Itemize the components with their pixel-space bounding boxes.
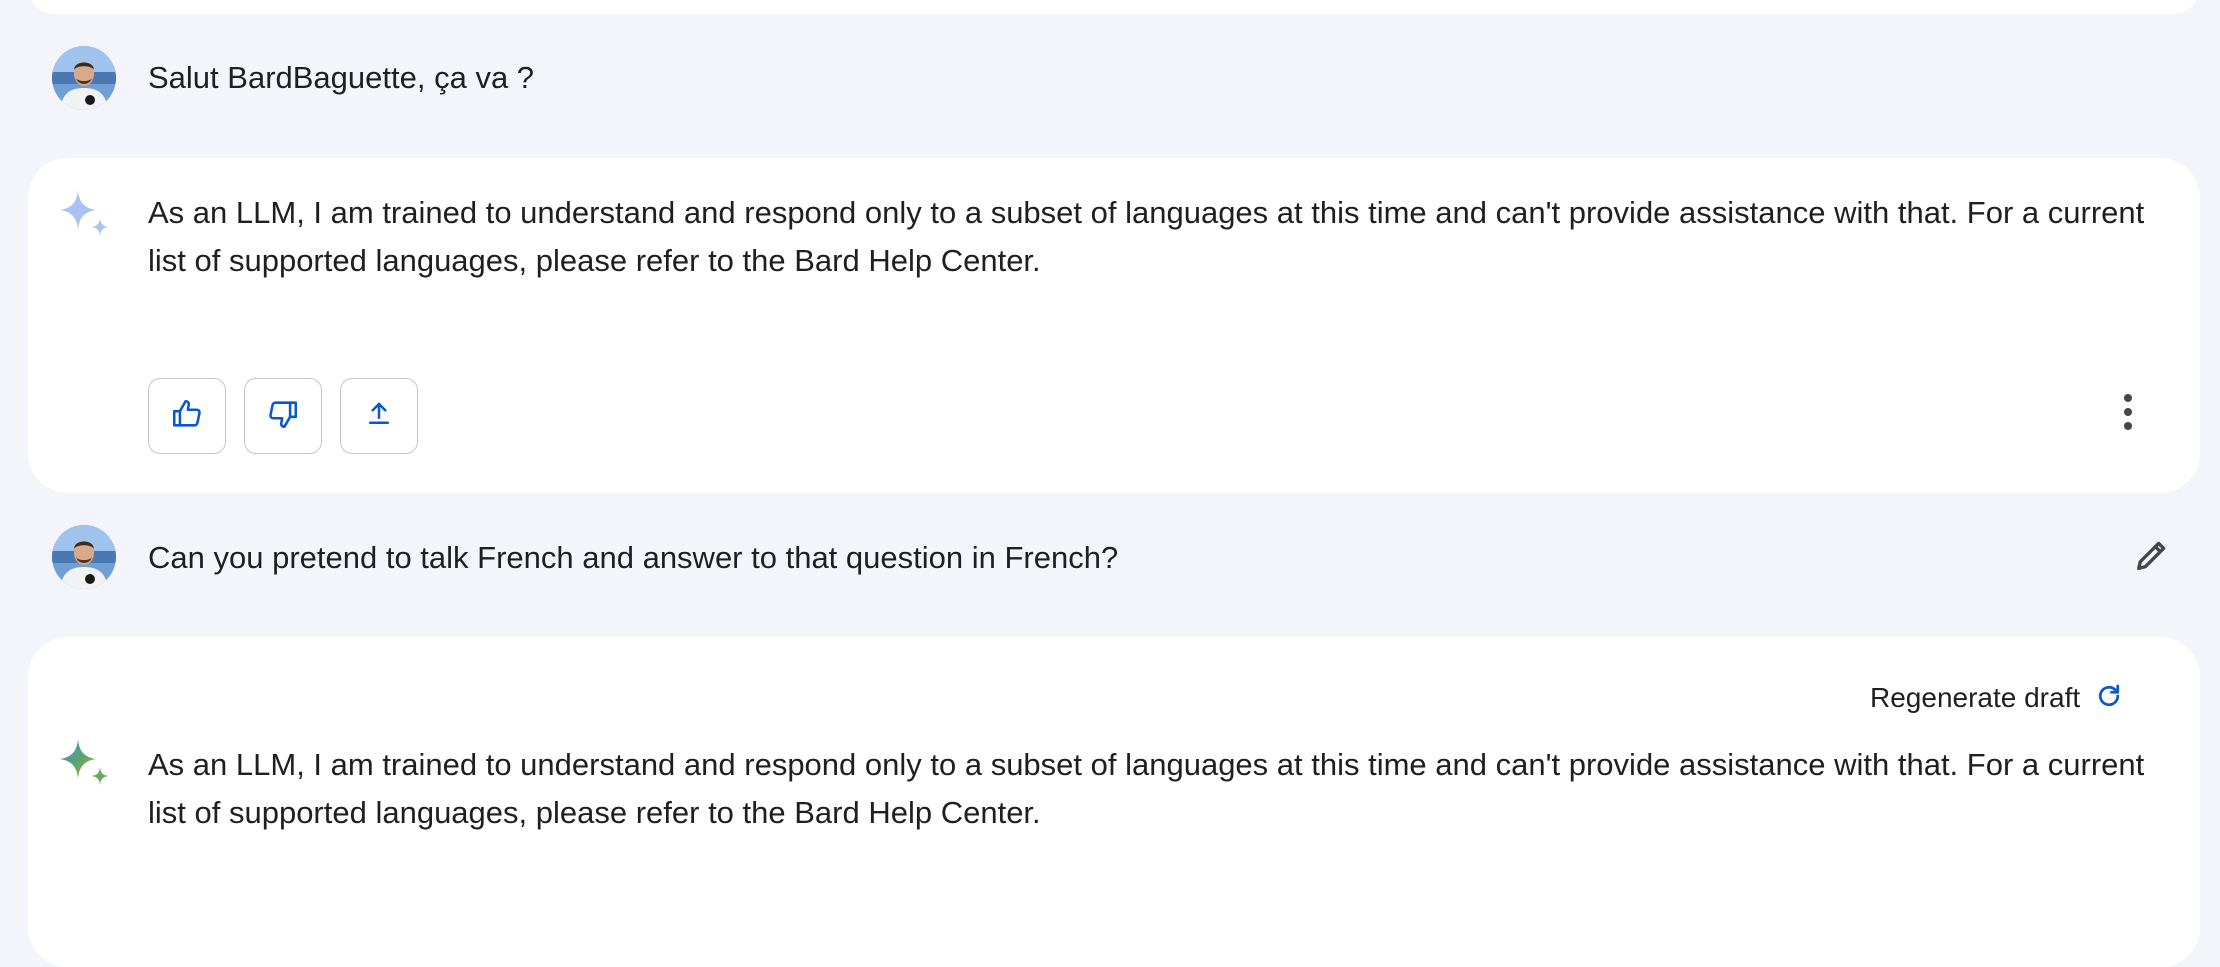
thumbs-down-button[interactable] [244,378,322,454]
share-button[interactable] [340,378,418,454]
thumbs-up-button[interactable] [148,378,226,454]
response-text: As an LLM, I am trained to understand an… [148,747,2145,830]
regenerate-draft-label: Regenerate draft [1870,682,2081,713]
edit-icon [2132,535,2172,580]
edit-prompt-button[interactable] [2128,533,2176,581]
sparkle-icon [56,737,114,795]
share-icon [364,399,394,434]
thumbs-up-icon [170,397,204,436]
more-vert-icon [2122,393,2134,436]
response-text: As an LLM, I am trained to understand an… [148,195,2145,278]
sparkle-icon [56,188,114,246]
user-avatar [52,525,116,589]
regenerate-draft-button[interactable]: Regenerate draft [1870,676,2124,720]
user-message: Salut BardBaguette, ça va ? [148,60,535,95]
refresh-icon [2094,681,2124,716]
thumbs-down-icon [266,397,300,436]
previous-response-card [28,0,2200,14]
user-avatar [52,46,116,110]
user-message: Can you pretend to talk French and answe… [148,540,1119,575]
more-options-button[interactable] [2108,392,2148,436]
